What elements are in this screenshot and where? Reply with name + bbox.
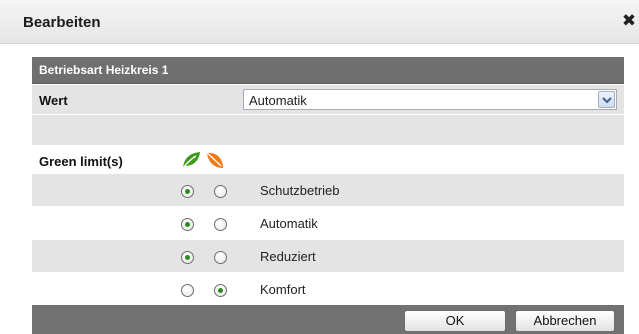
option-row-automatik: Automatik bbox=[32, 207, 624, 240]
option-label: Schutzbetrieb bbox=[260, 183, 340, 198]
option-row-komfort: Komfort bbox=[32, 273, 624, 305]
green-limit-radio[interactable] bbox=[181, 284, 194, 297]
orange-limit-radio[interactable] bbox=[214, 185, 227, 198]
spacer-row bbox=[32, 115, 624, 146]
chevron-down-icon[interactable] bbox=[598, 91, 615, 108]
dialog-title: Bearbeiten bbox=[23, 14, 101, 31]
ok-button[interactable]: OK bbox=[404, 310, 506, 332]
green-limit-radio[interactable] bbox=[181, 218, 194, 231]
option-label: Reduziert bbox=[260, 249, 316, 264]
dialog-titlebar: Bearbeiten ✖ bbox=[0, 0, 639, 44]
green-limit-radio[interactable] bbox=[181, 185, 194, 198]
green-leaf-icon bbox=[182, 152, 200, 169]
wert-selected-value: Automatik bbox=[249, 93, 307, 108]
section-title: Betriebsart Heizkreis 1 bbox=[39, 63, 169, 77]
wert-select[interactable]: Automatik bbox=[243, 89, 617, 110]
wert-label: Wert bbox=[39, 93, 68, 108]
settings-panel: Betriebsart Heizkreis 1 Wert Automatik G… bbox=[32, 57, 624, 334]
orange-limit-radio[interactable] bbox=[214, 251, 227, 264]
section-header: Betriebsart Heizkreis 1 bbox=[32, 57, 624, 84]
green-limits-label: Green limit(s) bbox=[39, 154, 123, 169]
option-label: Automatik bbox=[260, 216, 318, 231]
close-icon[interactable]: ✖ bbox=[620, 12, 638, 30]
orange-limit-radio[interactable] bbox=[214, 218, 227, 231]
wert-row: Wert Automatik bbox=[32, 85, 624, 115]
option-row-schutzbetrieb: Schutzbetrieb bbox=[32, 174, 624, 207]
orange-limit-radio[interactable] bbox=[214, 284, 227, 297]
orange-leaf-icon bbox=[206, 152, 223, 168]
option-row-reduziert: Reduziert bbox=[32, 240, 624, 273]
green-limits-row: Green limit(s) bbox=[32, 146, 624, 174]
option-label: Komfort bbox=[260, 282, 306, 297]
green-limit-radio[interactable] bbox=[181, 251, 194, 264]
edit-dialog: Bearbeiten ✖ Betriebsart Heizkreis 1 Wer… bbox=[0, 0, 639, 334]
dialog-footer: OK Abbrechen bbox=[32, 305, 624, 334]
cancel-button[interactable]: Abbrechen bbox=[515, 310, 615, 332]
